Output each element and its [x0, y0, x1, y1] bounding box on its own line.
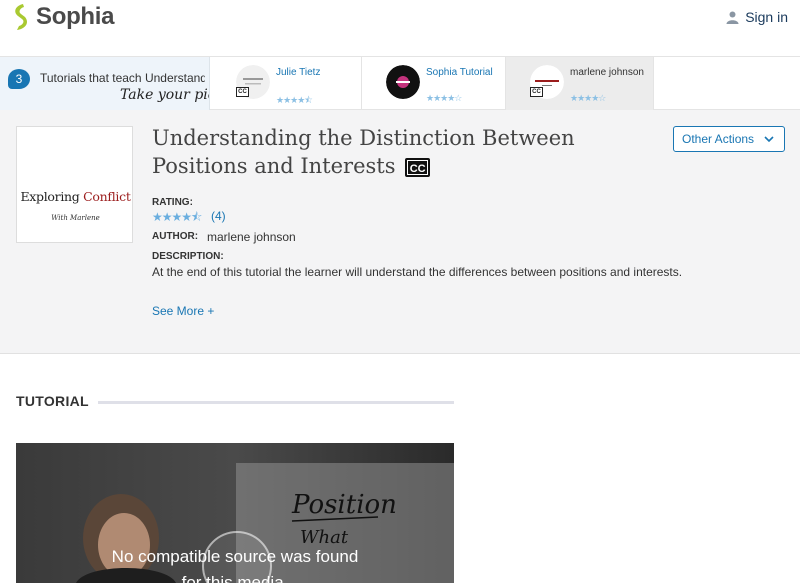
- tutorial-count-badge: 3: [8, 69, 30, 89]
- rating-stars: ★★★★⯪: [152, 210, 202, 224]
- tutorial-thumbnail: Exploring Conflict With Marlene: [16, 126, 133, 243]
- section-heading: TUTORIAL: [16, 393, 89, 409]
- tutorial-card-marlene-johnson[interactable]: CC marlene johnson ★★★★☆: [506, 57, 654, 110]
- sophia-logo-icon: [15, 4, 28, 30]
- logo-text: Sophia: [36, 3, 115, 30]
- tutorial-card-author: Julie Tietz: [276, 67, 321, 78]
- author-name: marlene johnson: [207, 230, 296, 244]
- video-player[interactable]: Position What No compatible source was f…: [16, 443, 454, 583]
- see-more-link[interactable]: See More +: [152, 304, 214, 318]
- user-icon: [726, 11, 739, 24]
- sign-in-link[interactable]: Sign in: [726, 9, 788, 25]
- other-actions-label: Other Actions: [682, 132, 755, 146]
- author-label: AUTHOR:: [152, 231, 199, 242]
- tutorial-card-rating: ★★★★⯪: [276, 95, 313, 105]
- sophia-logo[interactable]: Sophia: [10, 3, 115, 31]
- cc-icon: CC: [236, 87, 249, 97]
- description-label: DESCRIPTION:: [152, 251, 224, 262]
- chevron-down-icon: [764, 136, 774, 143]
- thumbnail-title: Exploring Conflict: [20, 189, 131, 204]
- tutorial-card-thumbnail: [386, 65, 420, 99]
- tutorial-card-rating: ★★★★☆: [426, 93, 462, 103]
- tutorial-info-panel: Exploring Conflict With Marlene Understa…: [0, 110, 800, 354]
- video-error-message: No compatible source was found for this …: [111, 547, 359, 583]
- rating-label: RATING:: [152, 197, 193, 208]
- closed-captions-icon: CC: [405, 158, 431, 177]
- cc-icon: CC: [530, 87, 543, 97]
- tutorial-card-rating: ★★★★☆: [570, 93, 606, 103]
- sign-in-label: Sign in: [745, 9, 788, 25]
- site-header: Sophia Sign in: [0, 0, 800, 44]
- take-your-pick-label: Take your pick:: [120, 87, 209, 103]
- other-actions-dropdown[interactable]: Other Actions: [673, 126, 785, 152]
- description-text: At the end of this tutorial the learner …: [152, 265, 683, 279]
- thumbnail-subtitle: With Marlene: [51, 214, 100, 222]
- svg-text:Position: Position: [291, 490, 397, 520]
- rating-count-link[interactable]: (4): [211, 209, 226, 223]
- tutorial-card-julie-tietz[interactable]: CC Julie Tietz ★★★★⯪: [212, 57, 362, 110]
- tutorial-card-author: Sophia Tutorial: [426, 67, 493, 78]
- tutorial-card-author: marlene johnson: [570, 67, 644, 78]
- tutorial-card-sophia-tutorial[interactable]: Sophia Tutorial ★★★★☆: [362, 57, 506, 110]
- page-title: Understanding the Distinction Between Po…: [152, 126, 575, 178]
- tutorials-strip: 3 Tutorials that teach Understanding the…: [0, 56, 800, 110]
- tutorials-summary: 3 Tutorials that teach Understanding the…: [0, 57, 210, 110]
- section-divider: [98, 401, 454, 404]
- tutorials-strip-text: Tutorials that teach Understanding the D…: [40, 71, 205, 85]
